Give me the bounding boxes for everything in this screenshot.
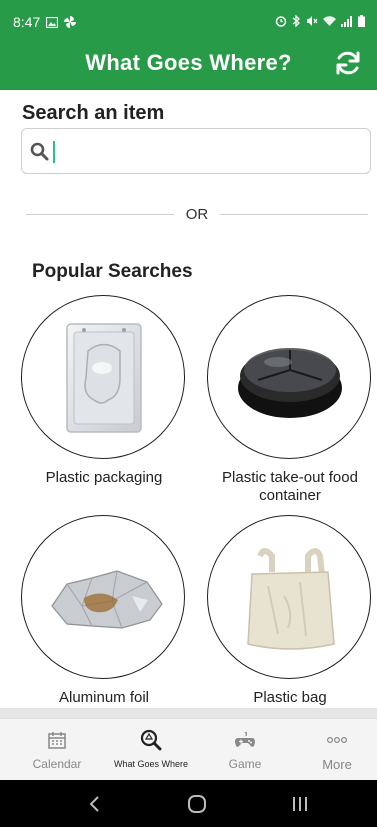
tab-label: Game [228,757,262,771]
status-bar: 8:47 [0,0,377,38]
system-nav-bar [0,780,377,827]
tab-what-goes-where[interactable]: What Goes Where [103,727,199,769]
gamepad-icon [235,731,255,747]
search-input[interactable] [52,137,356,167]
alarm-icon [275,16,287,27]
gallery-icon [46,16,59,28]
item-label: Plastic packaging [45,469,163,486]
back-nav-icon[interactable] [80,792,110,816]
plastic-packaging-image [66,323,142,433]
tab-more[interactable]: More [290,727,377,772]
app-bar: What Goes Where? [0,38,377,90]
tab-label: Calendar [32,757,82,771]
search-recycle-icon [140,729,162,751]
status-left: 8:47 [13,14,77,30]
item-label: Aluminum foil [58,689,150,706]
popular-searches-heading: Popular Searches [32,261,193,282]
calendar-icon [48,732,66,749]
item-label: Plastic take-out food container [222,469,358,504]
tab-game[interactable]: Game [198,727,292,771]
pinwheel-icon [64,16,77,28]
popular-item-aluminum-foil[interactable]: Aluminum foil [21,515,187,707]
popular-item-take-out-container[interactable]: Plastic take-out food container [207,295,373,505]
item-image-frame [207,515,371,679]
bluetooth-icon [292,15,300,27]
bottom-tab-bar: Calendar What Goes Where Game More [0,718,377,781]
scroll-edge-band [0,708,377,718]
more-dots-icon [326,736,348,744]
home-nav-icon[interactable] [182,792,212,816]
or-divider: OR [26,205,368,225]
item-image-frame [207,295,371,459]
mute-icon [307,16,318,26]
app-title: What Goes Where? [85,50,292,75]
item-image-frame [21,515,185,679]
tab-label: More [322,757,352,772]
refresh-icon[interactable] [333,48,363,78]
wifi-icon [323,15,336,26]
tab-calendar[interactable]: Calendar [10,727,104,771]
popular-item-plastic-packaging[interactable]: Plastic packaging [21,295,187,487]
battery-icon [358,15,365,27]
tab-label: What Goes Where [113,759,189,769]
take-out-container-image [238,348,342,418]
plastic-bag-image [247,548,335,650]
signal-icon [341,15,352,27]
search-label: Search an item [22,102,165,124]
item-label: Plastic bag [253,689,327,706]
status-right [275,15,365,27]
search-icon [30,142,49,161]
recents-nav-icon[interactable] [285,792,315,816]
search-box[interactable] [21,128,371,174]
popular-item-plastic-bag[interactable]: Plastic bag [207,515,373,707]
status-time: 8:47 [13,14,41,30]
item-image-frame [21,295,185,459]
aluminum-foil-image [51,570,163,629]
divider-line-right [220,214,368,215]
